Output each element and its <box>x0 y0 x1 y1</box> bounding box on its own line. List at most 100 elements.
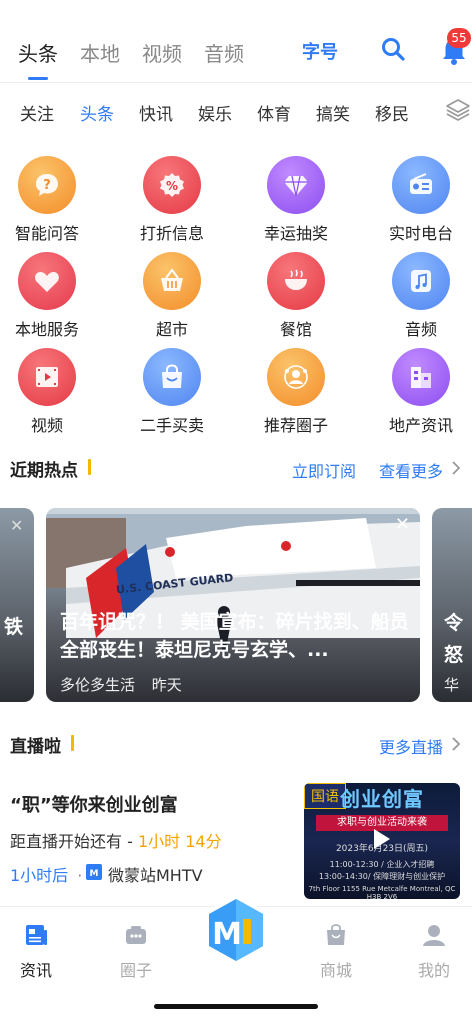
service-smart-qa[interactable]: ? 智能问答 <box>0 156 102 248</box>
tab-audio[interactable]: 音频 <box>204 38 244 67</box>
live-station-name[interactable]: 微蒙站MHTV <box>108 862 203 886</box>
service-lucky-draw[interactable]: 幸运抽奖 <box>241 156 351 248</box>
basket-icon <box>143 252 201 310</box>
tab-headlines[interactable]: 头条 <box>18 38 58 67</box>
profile-icon <box>423 925 445 946</box>
live-thumbnail[interactable]: 国语 创业创富 求职与创业活动来袭 2023年6月23日(周五) 11:00-1… <box>304 783 460 899</box>
nav-label: 我的 <box>417 961 450 980</box>
header-divider <box>0 82 472 83</box>
hot-news-time: 昨天 <box>151 676 182 694</box>
people-icon <box>267 348 325 406</box>
nav-news[interactable]: 资讯 <box>6 923 66 981</box>
subscribe-link[interactable]: 立即订阅 <box>292 458 356 482</box>
service-real-estate[interactable]: 地产资讯 <box>366 348 472 440</box>
font-size-button[interactable]: 字号 <box>302 38 338 64</box>
thumb-line2: 13:00-14:30/ 保障理财与创业保护 <box>318 872 446 881</box>
hot-news-title: 百年诅咒？！ 美国宣布：碎片找到、船员全部丧生！泰坦尼克号玄学、... <box>60 611 409 661</box>
live-relative-time: 1小时后 <box>10 866 69 885</box>
prev-card-text: 铁 <box>4 616 24 638</box>
tab-video[interactable]: 视频 <box>142 38 182 67</box>
category-flash[interactable]: 快讯 <box>139 100 173 125</box>
live-more-link[interactable]: 更多直播 <box>379 734 443 758</box>
search-icon[interactable] <box>380 36 406 62</box>
hot-more-link[interactable]: 查看更多 <box>379 458 443 482</box>
service-label: 推荐圈子 <box>263 416 328 435</box>
ship-illustration: U.S. COAST GUARD <box>46 508 420 658</box>
shopping-bag-icon <box>143 348 201 406</box>
service-live-radio[interactable]: 实时电台 <box>366 156 472 248</box>
svg-text:%: % <box>166 179 178 193</box>
bowl-icon <box>267 252 325 310</box>
radio-icon <box>392 156 450 214</box>
service-discounts[interactable]: % 打折信息 <box>117 156 227 248</box>
service-video[interactable]: 视频 <box>0 348 102 440</box>
diamond-icon <box>267 156 325 214</box>
service-audio[interactable]: 音频 <box>366 252 472 344</box>
countdown-prefix: 距直播开始还有 - <box>10 832 133 851</box>
live-countdown: 距直播开始还有 - 1小时 14分 <box>10 828 222 852</box>
top-tab-bar: 头条 本地 视频 音频 字号 <box>0 28 472 80</box>
music-note-icon <box>392 252 450 310</box>
close-icon[interactable]: ✕ <box>10 516 23 535</box>
section-accent-bar <box>88 459 91 475</box>
news-icon <box>26 925 47 945</box>
service-label: 视频 <box>30 416 63 435</box>
service-recommended-circles[interactable]: 推荐圈子 <box>241 348 351 440</box>
category-follow[interactable]: 关注 <box>20 100 54 125</box>
service-label: 智能问答 <box>14 224 79 243</box>
nav-shop[interactable]: 商城 <box>306 923 366 981</box>
carousel-card-prev[interactable]: ✕ 铁 <box>0 508 34 702</box>
thumb-headline: 创业创富 <box>340 787 424 811</box>
close-icon[interactable]: ✕ <box>395 514 410 535</box>
live-item-title[interactable]: “职”等你来创业创富 <box>10 791 178 817</box>
building-icon <box>392 348 450 406</box>
service-label: 餐馆 <box>279 320 312 339</box>
chevron-right-icon <box>452 461 461 475</box>
service-supermarket[interactable]: 超市 <box>117 252 227 344</box>
nav-circles[interactable]: 圈子 <box>106 923 166 981</box>
category-funny[interactable]: 搞笑 <box>316 100 350 125</box>
nav-label: 圈子 <box>119 961 152 980</box>
nav-label: 资讯 <box>19 961 52 980</box>
service-second-hand[interactable]: 二手买卖 <box>117 348 227 440</box>
m-logo-icon[interactable]: M <box>203 893 269 967</box>
service-label: 二手买卖 <box>139 416 204 435</box>
hot-news-meta: 多伦多生活 昨天 <box>60 674 182 695</box>
category-entertainment[interactable]: 娱乐 <box>198 100 232 125</box>
service-label: 幸运抽奖 <box>263 224 328 243</box>
next-card-text: 怒 <box>444 644 464 666</box>
film-icon <box>18 348 76 406</box>
live-meta: 1小时后 · <box>10 862 82 886</box>
category-sports[interactable]: 体育 <box>257 100 291 125</box>
group-icon <box>126 926 146 944</box>
meta-separator: · <box>77 866 83 885</box>
category-immigration[interactable]: 移民 <box>375 100 409 125</box>
service-local[interactable]: 本地服务 <box>0 252 102 344</box>
thumb-address: 7th Floor 1155 Rue Metcalfe Montreal, QC… <box>308 885 456 899</box>
service-label: 实时电台 <box>388 224 453 243</box>
play-icon[interactable] <box>374 829 390 849</box>
carousel-card-next[interactable]: 令 怒 华 <box>432 508 472 702</box>
category-headlines[interactable]: 头条 <box>80 100 114 125</box>
nav-profile[interactable]: 我的 <box>404 923 464 981</box>
service-label: 打折信息 <box>139 224 204 243</box>
station-logo-icon: M <box>86 864 102 880</box>
service-label: 超市 <box>155 320 188 339</box>
heart-icon <box>18 252 76 310</box>
notification-badge: 55 <box>447 28 471 48</box>
service-restaurants[interactable]: 餐馆 <box>241 252 351 344</box>
tab-local[interactable]: 本地 <box>80 38 120 67</box>
countdown-value: 1小时 14分 <box>137 832 222 851</box>
shop-bag-icon <box>327 924 345 945</box>
service-label: 本地服务 <box>14 320 79 339</box>
svg-text:M: M <box>212 917 242 952</box>
service-label: 地产资讯 <box>388 416 453 435</box>
next-card-text: 令 <box>444 612 464 634</box>
layers-icon[interactable] <box>444 96 472 124</box>
question-chat-icon: ? <box>18 156 76 214</box>
hot-news-card[interactable]: U.S. COAST GUARD ✕ 百年诅咒？！ 美国宣布：碎片找到、船员全部… <box>46 508 420 702</box>
hot-section-title: 近期热点 <box>10 461 78 481</box>
thumb-line1: 11:00-12:30 / 企业入才招聘 <box>329 860 435 869</box>
active-tab-indicator <box>28 77 48 80</box>
hot-news-source: 多伦多生活 <box>60 676 136 694</box>
